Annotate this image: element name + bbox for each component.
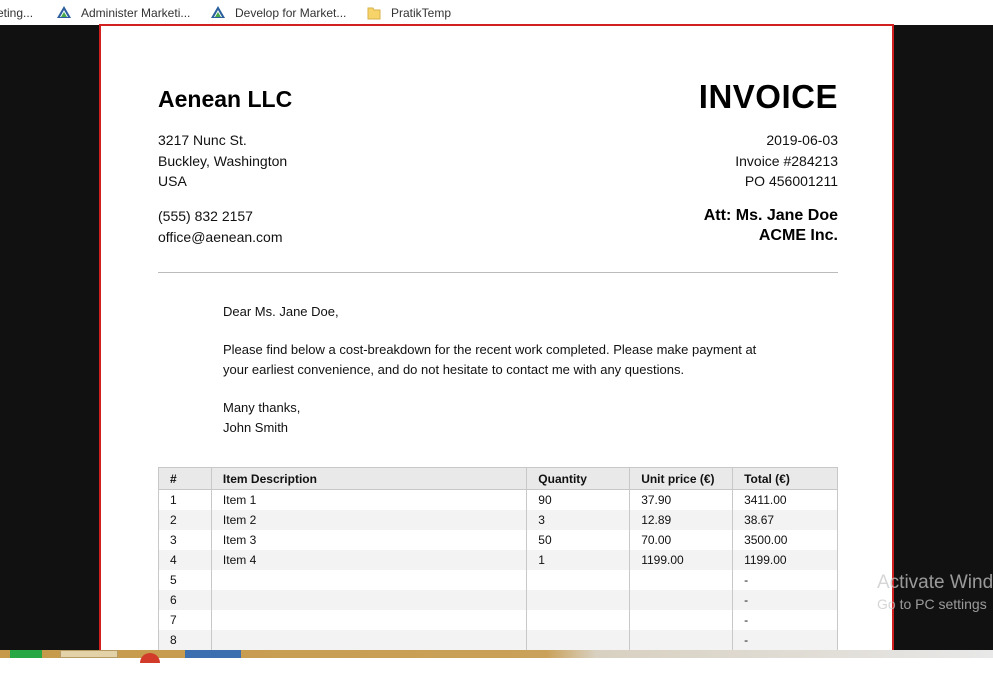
bookmark-label: PratikTemp [391,5,452,20]
cell-unit-price [629,609,733,630]
table-row: 6 - [158,589,838,610]
cell-total: 3411.00 [732,489,838,510]
cell-description [210,609,527,630]
cell-description [210,569,527,590]
cell-quantity: 1 [526,549,630,570]
company-email: office@aenean.com [158,229,283,245]
cell-number: 3 [158,529,212,550]
cell-description: Item 2 [210,509,527,530]
cell-unit-price: 37.90 [629,489,733,510]
cell-unit-price: 12.89 [629,509,733,530]
column-header: Total (€) [732,467,838,490]
client-name: ACME Inc. [758,227,838,244]
cell-unit-price [629,589,733,610]
cell-unit-price [629,629,733,650]
cell-unit-price: 70.00 [629,529,733,550]
invoice-date: 2019-06-03 [766,132,838,148]
cell-total: - [732,569,838,590]
items-table: # Item Description Quantity Unit price (… [158,467,838,650]
cell-description: Item 1 [210,489,527,510]
taskbar [0,650,993,683]
taskbar-app-button[interactable] [60,650,118,658]
company-address: 3217 Nunc St. Buckley, Washington USA [158,130,287,192]
bookmark-item[interactable]: Develop for Market... [210,0,346,25]
letter-body-line: your earliest convenience, and do not he… [223,362,685,377]
company-contact: (555) 832 2157 office@aenean.com [158,206,282,248]
cell-quantity [526,629,630,650]
bookmark-label: eting... [0,5,34,20]
letter-body-line: Please find below a cost-breakdown for t… [223,342,757,357]
cell-number: 8 [158,629,212,650]
cell-unit-price [629,569,733,590]
taskbar-app-button[interactable] [185,650,241,658]
company-phone: (555) 832 2157 [158,208,253,224]
po-number: PO 456001211 [744,173,838,189]
cell-description [210,589,527,610]
column-header: Quantity [526,467,630,490]
invoice-number: Invoice #284213 [735,152,838,169]
table-row: 8 - [158,629,838,650]
bookmark-label: Develop for Market... [235,5,347,20]
cloud-logo-icon [56,5,72,21]
company-name: Aenean LLC [158,86,293,112]
address-line: USA [158,173,187,189]
invoice-title: INVOICE [698,78,838,115]
attention-line: Att: Ms. Jane Doe [703,207,838,224]
bookmark-item[interactable]: eting... [0,0,33,25]
closing-text: Many thanks, [223,400,301,415]
cell-total: 1199.00 [732,549,838,570]
address-line: 3217 Nunc St. [158,132,247,148]
table-row: 4 Item 4 1 1199.00 1199.00 [158,549,838,570]
bookmarks-bar: eting... Administer Marketi... Develop f… [0,0,993,25]
cloud-logo-icon [210,5,226,21]
letter-greeting: Dear Ms. Jane Doe, [223,304,339,319]
letter-closing: Many thanks, John Smith [223,398,783,438]
column-header: Unit price (€) [629,467,733,490]
table-row: 3 Item 3 50 70.00 3500.00 [158,529,838,550]
table-header-row: # Item Description Quantity Unit price (… [158,467,838,490]
invoice-recipient: Att: Ms. Jane Doe ACME Inc. [704,206,838,246]
bookmark-item[interactable]: PratikTemp [366,0,451,25]
cell-number: 7 [158,609,212,630]
cell-quantity: 50 [526,529,630,550]
cell-quantity: 3 [526,509,630,530]
folder-icon [366,5,382,21]
cell-description: Item 3 [210,529,527,550]
invoice-meta: 2019-06-03 Invoice #284213 PO 456001211 [735,130,838,192]
address-line: Buckley, Washington [158,152,288,169]
table-row: 7 - [158,609,838,630]
cover-letter: Dear Ms. Jane Doe, Please find below a c… [223,302,783,456]
cell-total: 38.67 [732,509,838,530]
table-row: 2 Item 2 3 12.89 38.67 [158,509,838,530]
divider [158,272,838,273]
cell-quantity [526,609,630,630]
cell-number: 4 [158,549,212,570]
cell-total: - [732,589,838,610]
table-row: 1 Item 1 90 37.90 3411.00 [158,489,838,510]
cell-total: - [732,629,838,650]
letter-body: Please find below a cost-breakdown for t… [223,340,783,380]
cell-total: - [732,609,838,630]
cell-quantity [526,589,630,610]
cell-description [210,629,527,650]
start-button[interactable] [10,650,42,658]
cell-number: 1 [158,489,212,510]
cell-unit-price: 1199.00 [629,549,733,570]
cell-number: 6 [158,589,212,610]
column-header: Item Description [210,467,527,490]
cell-quantity [526,569,630,590]
cell-number: 2 [158,509,212,530]
bookmark-item[interactable]: Administer Marketi... [56,0,190,25]
cell-total: 3500.00 [732,529,838,550]
invoice-page: Aenean LLC 3217 Nunc St. Buckley, Washin… [99,24,894,658]
bookmark-label: Administer Marketi... [81,5,191,20]
cell-description: Item 4 [210,549,527,570]
cell-quantity: 90 [526,489,630,510]
column-header: # [158,467,212,490]
cell-number: 5 [158,569,212,590]
signature: John Smith [223,420,289,435]
table-row: 5 - [158,569,838,590]
